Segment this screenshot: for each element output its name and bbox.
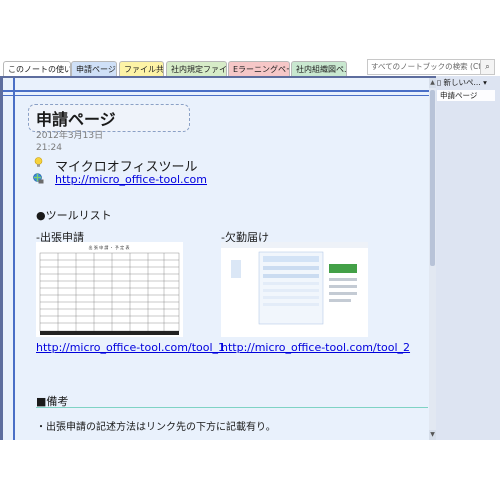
- tool1-link[interactable]: http://micro_office-tool.com/tool_1: [36, 341, 225, 354]
- notes-divider: [36, 407, 428, 408]
- chevron-down-icon[interactable]: ▾: [483, 78, 487, 87]
- scroll-down-icon[interactable]: ▼: [429, 430, 436, 440]
- page-frame: 申請ページ 2012年3月13日 21:24 マイクロオフィスツール http:…: [0, 76, 436, 440]
- page-time-text: 21:24: [36, 143, 62, 153]
- new-page-label: 新しいペ...: [443, 78, 481, 87]
- scrollbar-thumb[interactable]: [430, 90, 435, 266]
- tab-elearning[interactable]: Eラーニングページ: [228, 61, 290, 76]
- main-site-link[interactable]: http://micro_office-tool.com: [55, 173, 207, 186]
- tab-application-page[interactable]: 申請ページ: [71, 61, 117, 76]
- margin-rule: [13, 78, 15, 440]
- tab-label: Eラーニングページ: [233, 65, 289, 74]
- new-page-icon: ▯: [437, 78, 442, 87]
- page-canvas[interactable]: 申請ページ 2012年3月13日 21:24 マイクロオフィスツール http:…: [3, 78, 429, 440]
- bottom-blank-area: [0, 440, 500, 500]
- search-input[interactable]: すべてのノートブックの検索 (Ctrl+E): [367, 59, 481, 75]
- scroll-up-icon[interactable]: ▲: [429, 78, 436, 88]
- tab-label: ファイル共有: [124, 65, 164, 74]
- page-title[interactable]: 申請ページ: [36, 106, 116, 130]
- absence-form-thumbnail[interactable]: [221, 242, 368, 337]
- tab-label: 社内組織図ペ...: [296, 65, 347, 74]
- tab-label: 申請ページ: [76, 65, 116, 74]
- page-date: 2012年3月13日 21:24: [36, 130, 103, 154]
- tool-list-heading: ●ツールリスト: [36, 209, 112, 222]
- search-icon[interactable]: ⌕: [481, 59, 495, 75]
- business-trip-form-thumbnail[interactable]: 出 張 申 請 ・ 予 定 表: [36, 242, 183, 337]
- tab-org-chart[interactable]: 社内組織図ペ...: [291, 61, 347, 76]
- page-list-item[interactable]: 申請ページ: [437, 90, 495, 101]
- new-page-button[interactable]: ▯ 新しいペ... ▾: [437, 77, 499, 89]
- page-list-panel: [436, 76, 500, 440]
- lightbulb-icon: [34, 157, 43, 167]
- search-placeholder: すべてのノートブックの検索 (Ctrl+E): [371, 62, 481, 71]
- tab-company-rules[interactable]: 社内規定ファイル: [166, 61, 227, 76]
- web-link-icon: [33, 173, 44, 184]
- tab-how-to-use[interactable]: このノートの使い方: [3, 61, 71, 76]
- tab-label: 社内規定ファイル: [171, 65, 227, 74]
- tab-label: このノートの使い方: [8, 65, 70, 74]
- notes-text[interactable]: ・出張申請の記述方法はリンク先の下方に記載有り。: [36, 418, 276, 433]
- top-rule-thin: [3, 95, 429, 96]
- tool2-link[interactable]: http://micro_office-tool.com/tool_2: [221, 341, 410, 354]
- tool1-doc-title: 出 張 申 請 ・ 予 定 表: [89, 244, 130, 250]
- tab-file-share[interactable]: ファイル共有: [119, 61, 164, 76]
- page-date-text: 2012年3月13日: [36, 131, 104, 141]
- top-rule: [3, 90, 429, 92]
